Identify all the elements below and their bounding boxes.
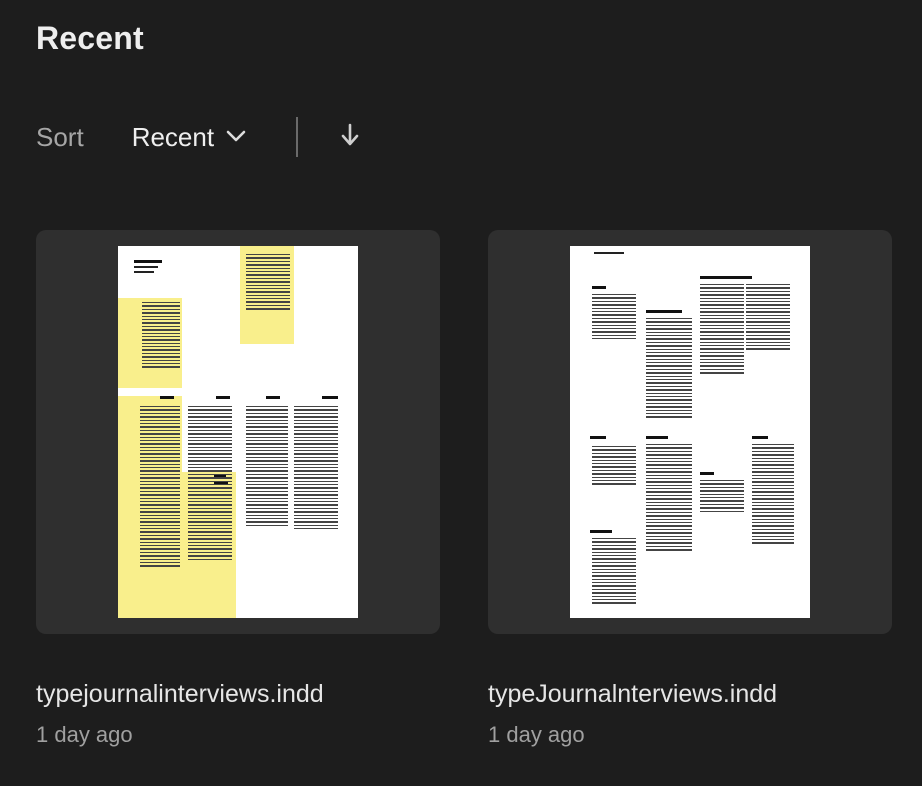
arrow-down-icon[interactable] xyxy=(340,123,360,152)
file-modified-time: 1 day ago xyxy=(488,722,585,747)
file-modified-time: 1 day ago xyxy=(36,722,133,747)
sort-divider xyxy=(296,117,299,157)
file-name[interactable]: typeJournalnterviews.indd xyxy=(488,680,777,709)
sort-selected-value: Recent xyxy=(131,121,215,152)
recent-files-panel: Recent Sort Recent typejournalinterviews… xyxy=(0,0,922,786)
file-card-thumbnail[interactable] xyxy=(488,230,892,634)
sort-dropdown[interactable]: Recent xyxy=(132,122,246,153)
file-card-thumbnail[interactable] xyxy=(36,230,440,634)
sort-bar: Sort Recent xyxy=(36,112,360,162)
page-title: Recent xyxy=(36,20,144,56)
chevron-down-icon xyxy=(226,129,246,148)
document-preview xyxy=(118,246,358,618)
document-preview xyxy=(570,246,810,618)
file-name[interactable]: typejournalinterviews.indd xyxy=(36,680,324,709)
sort-label: Sort xyxy=(36,121,84,152)
